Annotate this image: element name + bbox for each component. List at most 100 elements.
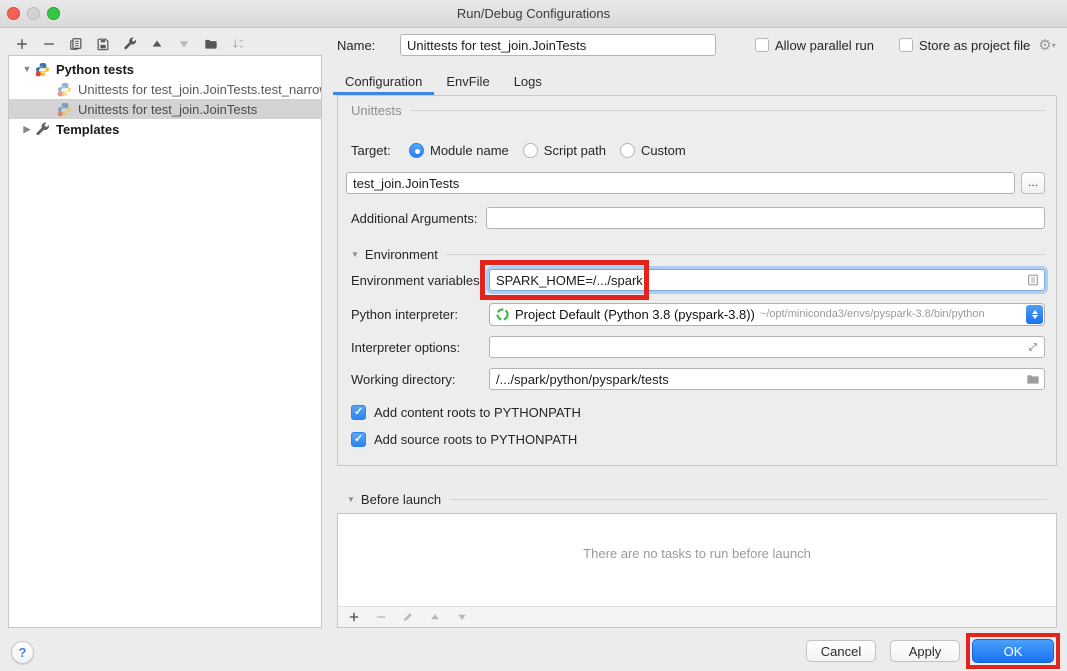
additional-arguments-label: Additional Arguments: [351, 211, 477, 226]
wrench-icon [35, 121, 52, 137]
interpreter-options-row: Interpreter options: [351, 336, 1045, 358]
radio-icon [523, 143, 538, 158]
chevron-down-icon[interactable]: ▼ [19, 64, 35, 74]
chevron-right-icon[interactable]: ▶ [19, 124, 35, 135]
folder-icon[interactable] [1026, 372, 1040, 386]
move-up-icon [428, 610, 442, 624]
environment-section-header[interactable]: ▼ Environment [351, 247, 1045, 262]
radio-custom[interactable]: Custom [620, 143, 686, 158]
ok-button[interactable]: OK [972, 639, 1054, 663]
name-input[interactable] [400, 34, 716, 56]
allow-parallel-run-checkbox[interactable]: Allow parallel run [755, 38, 874, 53]
new-folder-icon[interactable] [203, 36, 219, 52]
tab-label: Logs [514, 74, 542, 89]
add-source-roots-checkbox[interactable]: Add source roots to PYTHONPATH [351, 430, 1045, 448]
additional-arguments-row: Additional Arguments: [351, 207, 1045, 229]
edit-templates-icon[interactable] [122, 36, 138, 52]
before-launch-tasks-panel: There are no tasks to run before launch [337, 513, 1057, 628]
spinner-icon[interactable] [1026, 305, 1043, 324]
tree-node-python-tests[interactable]: ▼ Python tests [9, 59, 321, 79]
tab-logs[interactable]: Logs [502, 67, 554, 95]
radio-module-name[interactable]: Module name [409, 143, 509, 158]
environment-variables-row: Environment variables: [351, 268, 1045, 292]
working-directory-label: Working directory: [351, 372, 489, 387]
chevron-down-icon: ▼ [351, 250, 359, 259]
browse-button[interactable]: ... [1021, 172, 1045, 194]
before-launch-section-header[interactable]: ▼ Before launch [347, 492, 1047, 507]
tab-label: Configuration [345, 74, 422, 89]
checkbox-icon [899, 38, 913, 52]
cancel-button[interactable]: Cancel [806, 640, 876, 662]
interpreter-options-label: Interpreter options: [351, 340, 489, 355]
interpreter-options-input[interactable] [489, 336, 1045, 358]
copy-icon[interactable] [68, 36, 84, 52]
remove-icon [374, 610, 388, 624]
add-content-roots-checkbox[interactable]: Add content roots to PYTHONPATH [351, 403, 1045, 421]
radio-script-path[interactable]: Script path [523, 143, 606, 158]
tab-envfile[interactable]: EnvFile [434, 67, 501, 95]
divider [411, 110, 1045, 111]
checkbox-label: Add source roots to PYTHONPATH [374, 432, 577, 447]
conda-ring-icon [495, 307, 510, 322]
working-directory-row: Working directory: [351, 368, 1045, 390]
tree-node-templates[interactable]: ▶ Templates [9, 119, 321, 139]
unittests-group-header: Unittests [351, 103, 1045, 118]
help-button[interactable]: ? [11, 641, 34, 664]
store-as-project-file-checkbox[interactable]: Store as project file [899, 38, 1030, 53]
tree-node-label: Templates [56, 122, 119, 137]
checkbox-label: Add content roots to PYTHONPATH [374, 405, 581, 420]
checkbox-checked-icon [351, 405, 366, 420]
group-title: Unittests [351, 103, 402, 118]
add-icon[interactable] [347, 610, 361, 624]
add-icon[interactable] [14, 36, 30, 52]
run-debug-configurations-dialog: Run/Debug Configurations ▼ Python tests … [0, 0, 1067, 671]
module-row: ... [346, 172, 1045, 194]
configuration-panel: Unittests Target: Module name Script pat… [337, 95, 1057, 466]
interpreter-value: Project Default (Python 3.8 (pyspark-3.8… [515, 307, 755, 322]
checkbox-icon [755, 38, 769, 52]
working-directory-field [489, 368, 1045, 390]
name-row: Name: Allow parallel run Store as projec… [337, 33, 1059, 57]
gear-icon[interactable]: ⚙▾ [1038, 36, 1055, 54]
tree-node-label: Unittests for test_join.JoinTests.test_n… [78, 82, 322, 97]
tree-node-unittest-narrow[interactable]: Unittests for test_join.JoinTests.test_n… [9, 79, 321, 99]
titlebar: Run/Debug Configurations [0, 0, 1067, 28]
tab-configuration[interactable]: Configuration [333, 67, 434, 95]
additional-arguments-input[interactable] [486, 207, 1045, 229]
radio-icon [620, 143, 635, 158]
radio-label: Custom [641, 143, 686, 158]
before-launch-title: Before launch [361, 492, 441, 507]
module-name-input[interactable] [346, 172, 1015, 194]
python-interpreter-label: Python interpreter: [351, 307, 489, 322]
configurations-tree: ▼ Python tests Unittests for test_join.J… [8, 55, 322, 628]
edit-icon [401, 610, 415, 624]
list-icon[interactable] [1026, 273, 1040, 287]
save-icon[interactable] [95, 36, 111, 52]
move-up-icon[interactable] [149, 36, 165, 52]
remove-icon[interactable] [41, 36, 57, 52]
target-row: Target: Module name Script path Custom [351, 140, 1045, 160]
divider [447, 254, 1045, 255]
environment-variables-input[interactable] [489, 269, 1045, 291]
window-title: Run/Debug Configurations [0, 6, 1067, 21]
move-down-icon [455, 610, 469, 624]
tree-node-label: Python tests [56, 62, 134, 77]
python-interpreter-combobox[interactable]: Project Default (Python 3.8 (pyspark-3.8… [489, 303, 1045, 326]
radio-label: Script path [544, 143, 606, 158]
working-directory-input[interactable] [489, 368, 1045, 390]
tree-node-unittest-jointests[interactable]: Unittests for test_join.JoinTests [9, 99, 321, 119]
tab-label: EnvFile [446, 74, 489, 89]
python-test-icon [57, 101, 74, 117]
before-launch-toolbar [338, 606, 1056, 627]
python-test-icon [35, 61, 52, 77]
apply-button[interactable]: Apply [890, 640, 960, 662]
python-interpreter-row: Python interpreter: Project Default (Pyt… [351, 302, 1045, 326]
radio-label: Module name [430, 143, 509, 158]
store-as-project-file-label: Store as project file [919, 38, 1030, 53]
radio-selected-icon [409, 143, 424, 158]
interpreter-options-field [489, 336, 1045, 358]
checkbox-checked-icon [351, 432, 366, 447]
configurations-toolbar [14, 35, 246, 53]
chevron-down-icon: ▼ [347, 495, 355, 504]
expand-icon[interactable] [1026, 340, 1040, 354]
